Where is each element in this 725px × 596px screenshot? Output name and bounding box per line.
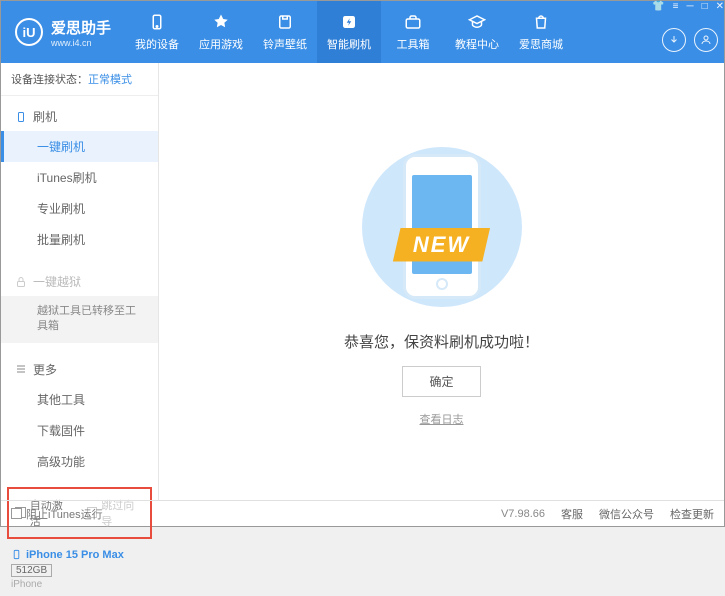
download-button[interactable] — [662, 28, 686, 52]
store-icon — [531, 12, 551, 32]
nav-label: 爱思商城 — [519, 36, 563, 52]
conn-mode: 正常模式 — [88, 74, 132, 86]
section-title: 刷机 — [33, 108, 57, 125]
phone-icon — [11, 549, 22, 560]
sidebar-item-itunes-flash[interactable]: iTunes刷机 — [1, 162, 158, 193]
sidebar-item-batch-flash[interactable]: 批量刷机 — [1, 224, 158, 255]
sidebar: 设备连接状态：正常模式 刷机 一键刷机 iTunes刷机 专业刷机 批量刷机 一… — [1, 63, 159, 500]
nav-apps[interactable]: 应用游戏 — [189, 1, 253, 63]
footer-check-update[interactable]: 检查更新 — [670, 506, 714, 522]
sidebar-section-flash[interactable]: 刷机 — [1, 102, 158, 131]
footer: 阻止iTunes运行 V7.98.66 客服 微信公众号 检查更新 — [1, 500, 724, 526]
storage-badge: 512GB — [11, 564, 52, 577]
nav-label: 铃声壁纸 — [263, 36, 307, 52]
nav-label: 教程中心 — [455, 36, 499, 52]
minimize-icon[interactable]: ─ — [686, 1, 693, 12]
sidebar-section-jailbreak: 一键越狱 — [1, 267, 158, 296]
flash-icon — [339, 12, 359, 32]
sidebar-item-other-tools[interactable]: 其他工具 — [1, 384, 158, 415]
top-nav: 我的设备 应用游戏 铃声壁纸 智能刷机 工具箱 教程中心 — [125, 1, 652, 63]
nav-store[interactable]: 爱思商城 — [509, 1, 573, 63]
close-icon[interactable]: ✕ — [716, 1, 724, 12]
device-icon — [147, 12, 167, 32]
device-info: iPhone 15 Pro Max 512GB iPhone — [1, 543, 158, 596]
sidebar-section-more[interactable]: 更多 — [1, 355, 158, 384]
menu-icon[interactable]: ≡ — [673, 1, 679, 12]
app-window: iU 爱思助手 www.i4.cn 我的设备 应用游戏 铃声壁纸 智能刷机 — [0, 0, 725, 527]
main-content: NEW 恭喜您，保资料刷机成功啦！ 确定 查看日志 — [159, 63, 724, 500]
skin-icon[interactable]: 👕 — [652, 1, 664, 12]
logo-icon: iU — [15, 18, 43, 46]
ringtone-icon — [275, 12, 295, 32]
nav-tutorial[interactable]: 教程中心 — [445, 1, 509, 63]
toolbox-icon — [403, 12, 423, 32]
app-name: 爱思助手 — [51, 17, 111, 38]
nav-my-device[interactable]: 我的设备 — [125, 1, 189, 63]
section-title: 一键越狱 — [33, 273, 81, 290]
tutorial-icon — [467, 12, 487, 32]
view-log-link[interactable]: 查看日志 — [420, 411, 464, 427]
section-title: 更多 — [33, 361, 57, 378]
nav-label: 我的设备 — [135, 36, 179, 52]
device-name[interactable]: iPhone 15 Pro Max — [11, 549, 148, 561]
new-ribbon: NEW — [393, 228, 490, 262]
jailbreak-moved-notice: 越狱工具已转移至工具箱 — [1, 296, 158, 343]
footer-wechat[interactable]: 微信公众号 — [599, 506, 654, 522]
footer-support[interactable]: 客服 — [561, 506, 583, 522]
lock-icon — [15, 276, 27, 288]
sidebar-item-pro-flash[interactable]: 专业刷机 — [1, 193, 158, 224]
checkbox-icon — [11, 508, 22, 519]
app-url: www.i4.cn — [51, 38, 111, 48]
ok-button[interactable]: 确定 — [402, 366, 480, 397]
nav-flash[interactable]: 智能刷机 — [317, 1, 381, 63]
list-icon — [15, 363, 27, 375]
apps-icon — [211, 12, 231, 32]
nav-label: 智能刷机 — [327, 36, 371, 52]
nav-label: 工具箱 — [397, 36, 430, 52]
version-label: V7.98.66 — [501, 508, 545, 520]
device-type: iPhone — [11, 579, 148, 590]
maximize-icon[interactable]: □ — [702, 1, 708, 12]
success-message: 恭喜您，保资料刷机成功啦！ — [344, 331, 539, 352]
nav-toolbox[interactable]: 工具箱 — [381, 1, 445, 63]
sidebar-item-download-firmware[interactable]: 下载固件 — [1, 415, 158, 446]
nav-ringtone[interactable]: 铃声壁纸 — [253, 1, 317, 63]
window-controls: 👕 ≡ ─ □ ✕ — [652, 1, 724, 12]
sidebar-item-advanced[interactable]: 高级功能 — [1, 446, 158, 477]
phone-graphic — [403, 154, 481, 299]
phone-icon — [15, 111, 27, 123]
conn-label: 设备连接状态： — [11, 74, 88, 86]
body: 设备连接状态：正常模式 刷机 一键刷机 iTunes刷机 专业刷机 批量刷机 一… — [1, 63, 724, 500]
header: iU 爱思助手 www.i4.cn 我的设备 应用游戏 铃声壁纸 智能刷机 — [1, 1, 724, 63]
nav-label: 应用游戏 — [199, 36, 243, 52]
logo-area: iU 爱思助手 www.i4.cn — [1, 1, 125, 63]
sidebar-item-oneclick-flash[interactable]: 一键刷机 — [1, 131, 158, 162]
block-itunes-checkbox[interactable]: 阻止iTunes运行 — [11, 506, 103, 522]
checkbox-label: 阻止iTunes运行 — [26, 506, 103, 522]
connection-status: 设备连接状态：正常模式 — [1, 63, 158, 96]
user-button[interactable] — [694, 28, 718, 52]
success-illustration: NEW — [332, 137, 552, 317]
